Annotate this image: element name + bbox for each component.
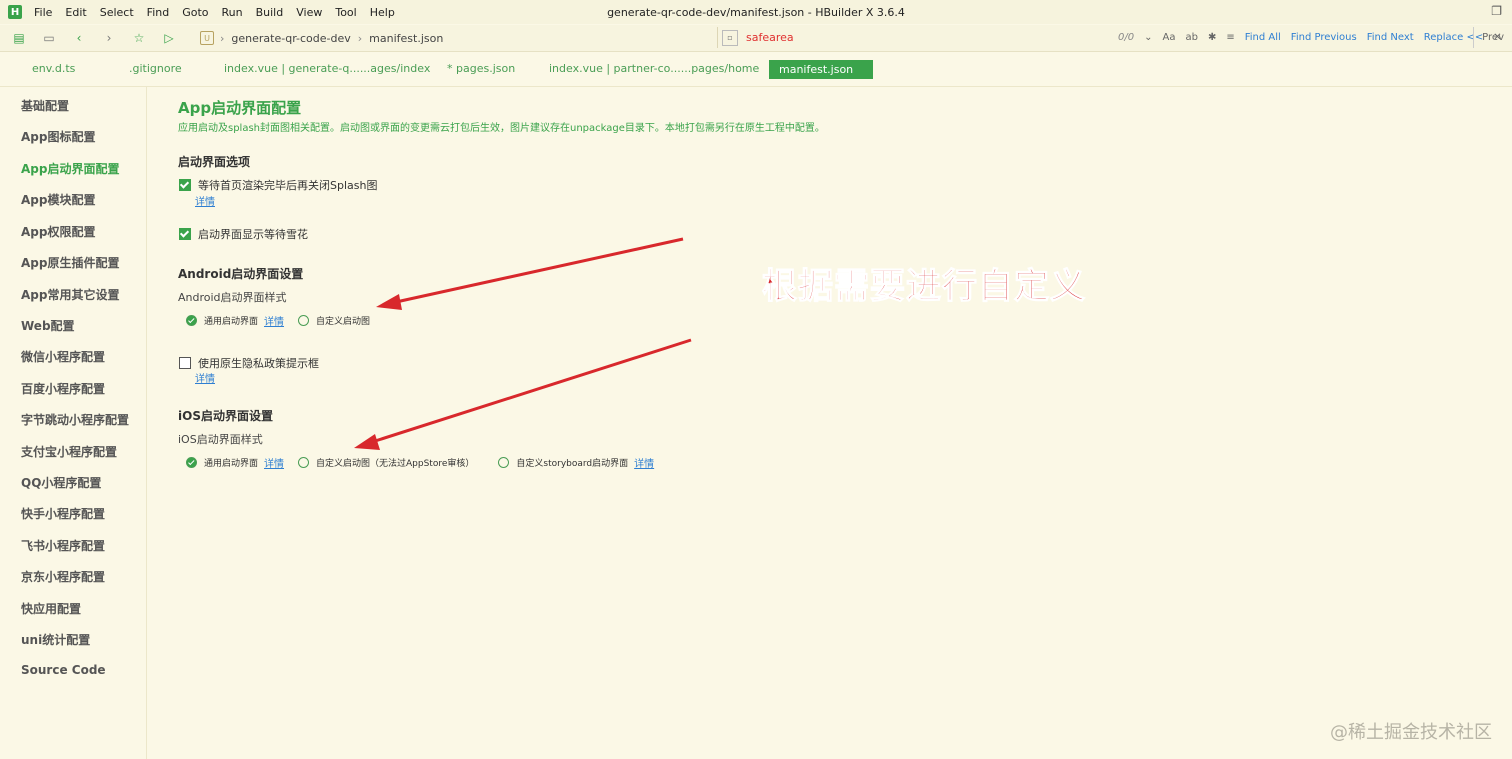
- arrowhead-icon: [376, 294, 402, 310]
- annotation-arrows: [354, 237, 692, 450]
- annotation-text: 根据需要进行自定义: [761, 266, 1087, 307]
- annotation-arrow-ios: [371, 338, 692, 444]
- annotation-arrow-android: [395, 237, 684, 304]
- arrowhead-icon: [354, 434, 380, 450]
- watermark: @稀土掘金技术社区: [1330, 722, 1492, 743]
